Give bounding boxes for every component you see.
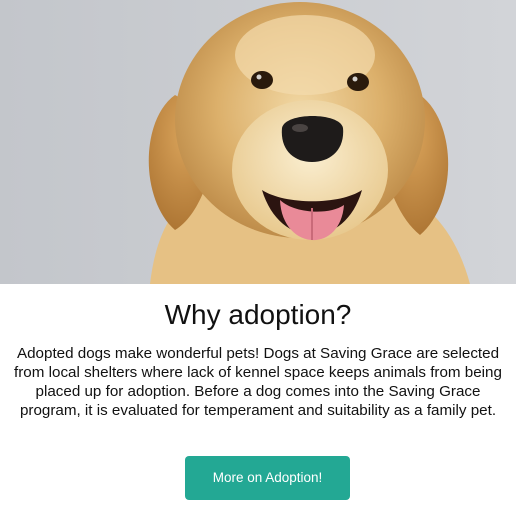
adoption-card: Why adoption? Adopted dogs make wonderfu… bbox=[0, 0, 516, 518]
hero-image bbox=[0, 0, 516, 284]
section-description: Adopted dogs make wonderful pets! Dogs a… bbox=[14, 345, 502, 419]
golden-retriever-photo bbox=[0, 0, 516, 284]
section-title: Why adoption? bbox=[164, 299, 352, 330]
more-on-adoption-button[interactable]: More on Adoption! bbox=[185, 456, 350, 500]
